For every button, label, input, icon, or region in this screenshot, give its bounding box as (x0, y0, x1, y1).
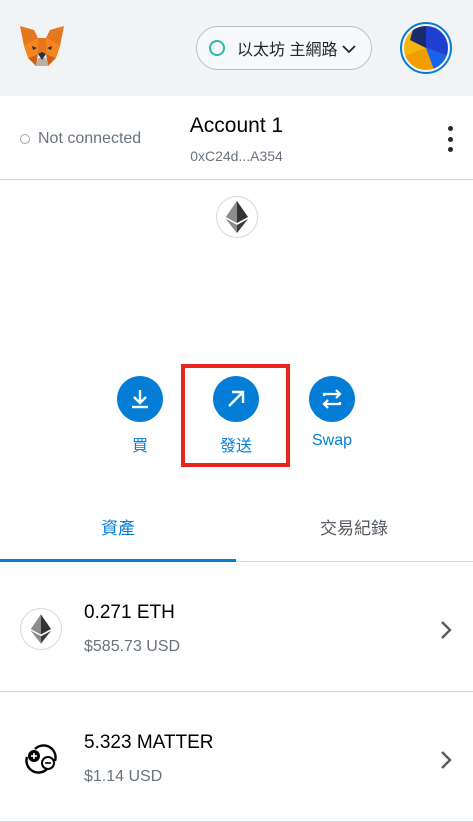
chevron-down-icon (342, 45, 356, 54)
asset-row-eth[interactable]: 0.271 ETH $585.73 USD (0, 564, 473, 692)
swap-label: Swap (311, 432, 353, 449)
matter-token-icon (20, 738, 62, 780)
swap-button[interactable]: Swap (300, 376, 364, 450)
asset-row-matter[interactable]: 5.323 MATTER $1.14 USD (0, 694, 473, 822)
asset-fiat-value: $585.73 USD (84, 638, 181, 655)
download-icon (132, 390, 148, 409)
buy-label: 買 (131, 438, 148, 455)
tab-activity[interactable]: 交易紀錄 (236, 502, 472, 562)
ethereum-icon (20, 608, 62, 650)
ethereum-icon (216, 196, 258, 238)
tab-bar: 資產 交易紀錄 (0, 502, 473, 562)
asset-amount: 0.271 ETH (84, 602, 175, 623)
network-status-dot (209, 40, 225, 56)
chevron-right-icon (441, 751, 452, 769)
network-selector[interactable]: 以太坊 主網路 (196, 26, 372, 70)
account-name[interactable]: Account 1 (0, 114, 473, 138)
network-label: 以太坊 主網路 (237, 42, 338, 59)
asset-amount: 5.323 MATTER (84, 732, 214, 753)
buy-button[interactable]: 買 (108, 376, 172, 456)
chevron-right-icon (441, 621, 452, 639)
asset-fiat-value: $1.14 USD (84, 768, 163, 785)
send-highlight-box (181, 364, 290, 467)
tab-assets[interactable]: 資產 (0, 502, 236, 562)
account-options-menu-icon[interactable] (440, 126, 460, 152)
account-avatar[interactable] (400, 22, 452, 74)
metamask-fox-logo[interactable] (18, 24, 66, 68)
account-address[interactable]: 0xC24d...A354 (0, 148, 473, 164)
swap-icon (322, 389, 342, 409)
